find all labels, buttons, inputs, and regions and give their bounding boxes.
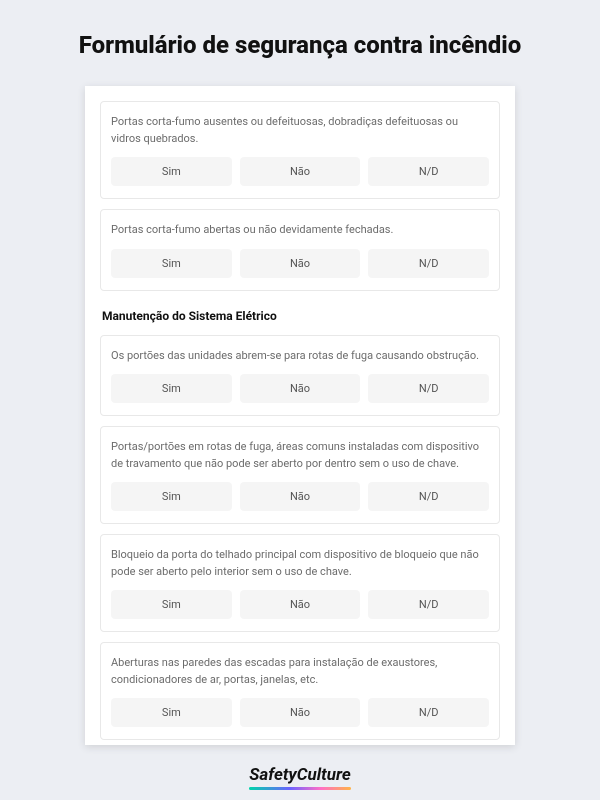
question-block: Portas/portões em rotas de fuga, áreas c… — [100, 426, 500, 524]
option-yes-button[interactable]: Sim — [111, 590, 232, 619]
question-block: Bloqueio da porta do telhado principal c… — [100, 534, 500, 632]
option-yes-button[interactable]: Sim — [111, 698, 232, 727]
option-na-button[interactable]: N/D — [368, 482, 489, 511]
option-yes-button[interactable]: Sim — [111, 374, 232, 403]
question-text: Os portões das unidades abrem-se para ro… — [111, 348, 489, 365]
option-na-button[interactable]: N/D — [368, 374, 489, 403]
option-yes-button[interactable]: Sim — [111, 249, 232, 278]
option-na-button[interactable]: N/D — [368, 249, 489, 278]
options-row: Sim Não N/D — [111, 698, 489, 727]
option-no-button[interactable]: Não — [240, 157, 361, 186]
option-no-button[interactable]: Não — [240, 482, 361, 511]
question-block: Aberturas nas paredes das escadas para i… — [100, 642, 500, 740]
question-text: Aberturas nas paredes das escadas para i… — [111, 655, 489, 688]
option-yes-button[interactable]: Sim — [111, 157, 232, 186]
options-row: Sim Não N/D — [111, 482, 489, 511]
logo-text: SafetyCulture — [249, 765, 350, 785]
option-no-button[interactable]: Não — [240, 590, 361, 619]
logo-underline — [249, 787, 350, 790]
question-block: Portas corta-fumo ausentes ou defeituosa… — [100, 101, 500, 199]
section-header: Manutenção do Sistema Elétrico — [100, 301, 500, 325]
options-row: Sim Não N/D — [111, 590, 489, 619]
question-block: Os portões das unidades abrem-se para ro… — [100, 335, 500, 417]
question-text: Bloqueio da porta do telhado principal c… — [111, 547, 489, 580]
question-text: Portas corta-fumo abertas ou não devidam… — [111, 222, 489, 239]
options-row: Sim Não N/D — [111, 374, 489, 403]
option-no-button[interactable]: Não — [240, 698, 361, 727]
form-card: Portas corta-fumo ausentes ou defeituosa… — [85, 86, 515, 745]
question-text: Portas/portões em rotas de fuga, áreas c… — [111, 439, 489, 472]
option-na-button[interactable]: N/D — [368, 590, 489, 619]
question-text: Portas corta-fumo ausentes ou defeituosa… — [111, 114, 489, 147]
options-row: Sim Não N/D — [111, 249, 489, 278]
options-row: Sim Não N/D — [111, 157, 489, 186]
question-block: Portas corta-fumo abertas ou não devidam… — [100, 209, 500, 291]
option-na-button[interactable]: N/D — [368, 157, 489, 186]
footer-logo: SafetyCulture — [249, 745, 350, 790]
option-no-button[interactable]: Não — [240, 374, 361, 403]
page-title: Formulário de segurança contra incêndio — [79, 30, 522, 61]
option-yes-button[interactable]: Sim — [111, 482, 232, 511]
option-na-button[interactable]: N/D — [368, 698, 489, 727]
option-no-button[interactable]: Não — [240, 249, 361, 278]
